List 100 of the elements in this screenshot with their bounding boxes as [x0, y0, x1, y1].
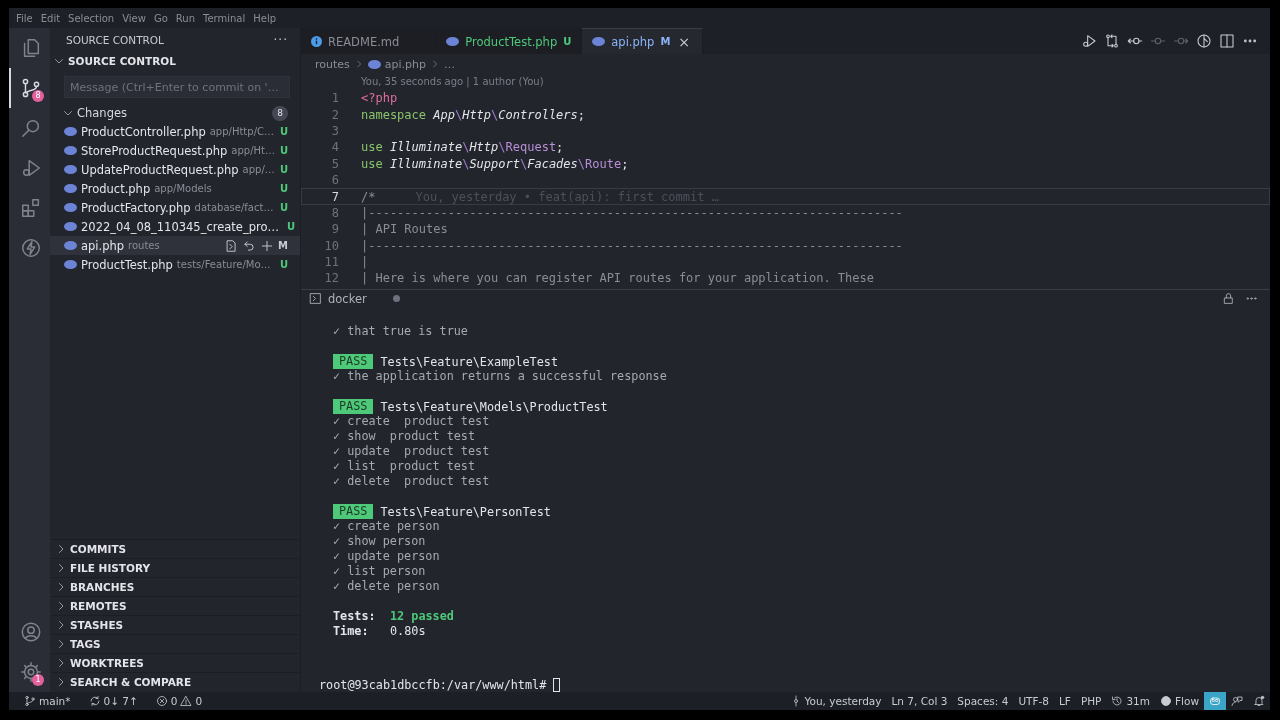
section-header[interactable]: COMMITS	[50, 539, 300, 558]
history-icon	[1111, 695, 1124, 707]
test-result: ✓ update product test	[333, 444, 491, 459]
account-icon[interactable]	[19, 621, 42, 643]
toggle-icon[interactable]	[1196, 33, 1212, 49]
menu-item[interactable]: View	[118, 12, 150, 24]
changed-file-row[interactable]: ProductFactory.php database/fact… U	[50, 198, 300, 217]
changes-label[interactable]: Changes	[77, 106, 269, 120]
changed-file-row[interactable]: Product.php app/Models U	[50, 179, 300, 198]
code-line: /*	[361, 189, 376, 204]
discard-icon[interactable]	[242, 238, 256, 253]
section-header[interactable]: FILE HISTORY	[50, 558, 300, 577]
codelens-text[interactable]: You, 35 seconds ago | 1 author (You)	[301, 74, 1270, 90]
more-button[interactable]: ···	[273, 33, 288, 47]
changed-file-row[interactable]: 2022_04_08_110345_create_pro… U	[50, 217, 300, 236]
line-number: 4	[330, 140, 340, 155]
breadcrumb-item[interactable]: …	[444, 57, 455, 71]
warning-count[interactable]: 0	[195, 695, 203, 707]
blame-status[interactable]: You, yesterday	[804, 695, 882, 707]
summary-label: Time:	[333, 624, 370, 639]
extensions-icon[interactable]	[19, 197, 42, 219]
menu-item[interactable]: Run	[171, 12, 199, 24]
info-icon	[311, 36, 322, 47]
test-result: ✓ list product test	[333, 459, 477, 474]
error-icon	[155, 695, 168, 707]
status-item[interactable]: Ln 7, Col 3	[891, 695, 948, 707]
settings-icon[interactable]	[19, 661, 42, 683]
changed-file-row[interactable]: StoreProductRequest.php app/Ht… U	[50, 141, 300, 160]
changed-file-row[interactable]: UpdateProductRequest.php app/… U	[50, 160, 300, 179]
menu-item[interactable]: Edit	[36, 12, 65, 24]
php-file-icon	[64, 184, 77, 193]
open-file-icon[interactable]	[224, 238, 238, 253]
section-header[interactable]: STASHES	[50, 615, 300, 634]
section-title[interactable]: SOURCE CONTROL	[68, 55, 176, 67]
file-path: app/Ht…	[231, 145, 274, 156]
compare-icon[interactable]	[1104, 33, 1120, 49]
sidebar-title: SOURCE CONTROL	[66, 34, 164, 46]
file-name: ProductFactory.php	[81, 200, 191, 215]
lightning-icon[interactable]	[19, 237, 42, 259]
badge: 8	[32, 90, 44, 102]
split-editor-icon[interactable]	[1219, 33, 1235, 49]
status-item[interactable]: Spaces: 4	[957, 695, 1009, 707]
pass-badge: PASS	[333, 354, 374, 369]
commit-message-field[interactable]: Message (Ctrl+Enter to commit on '…	[64, 76, 290, 98]
plus-icon[interactable]	[260, 238, 274, 253]
changed-file-row[interactable]: ProductTest.php tests/Feature/Mo… U	[50, 255, 300, 274]
timer-status[interactable]: 31m	[1126, 695, 1151, 707]
section-header[interactable]: WORKTREES	[50, 653, 300, 672]
changed-file-row[interactable]: ProductController.php app/Http/C… U	[50, 122, 300, 141]
menu-item[interactable]: Terminal	[199, 12, 250, 24]
file-name: 2022_04_08_110345_create_pro…	[81, 219, 279, 234]
line-number: 5	[330, 156, 340, 171]
file-name: UpdateProductRequest.php	[81, 162, 239, 177]
warning-icon	[180, 695, 193, 707]
test-suite: Tests\Feature\Models\ProductTest	[380, 399, 608, 414]
branch-name[interactable]: main*	[39, 695, 71, 707]
file-status: M	[278, 240, 288, 251]
summary-label: Tests:	[333, 609, 377, 624]
status-item[interactable]: UTF-8	[1018, 695, 1049, 707]
run-debug-icon[interactable]	[1081, 33, 1097, 49]
menu-item[interactable]: Selection	[64, 12, 119, 24]
menu-item[interactable]: File	[12, 12, 37, 24]
php-file-icon	[592, 37, 606, 46]
section-header[interactable]: REMOTES	[50, 596, 300, 615]
menu-item[interactable]: Go	[149, 12, 172, 24]
file-path: app/…	[242, 164, 274, 175]
close-tab-button[interactable]: ×	[676, 33, 693, 50]
shell-prompt: root@93cab1dbccfb:/var/www/html#	[319, 677, 547, 692]
test-result: ✓ delete product test	[333, 474, 491, 489]
code-line: |--------------------------------------------------------------------------	[361, 205, 903, 220]
file-status: U	[278, 126, 288, 137]
breadcrumb-item[interactable]: api.php	[384, 57, 426, 71]
section-header[interactable]: BRANCHES	[50, 577, 300, 596]
bell-icon[interactable]	[1253, 695, 1265, 707]
summary-value: 12 passed	[390, 609, 454, 624]
count-badge: 8	[272, 105, 288, 121]
status-item[interactable]: PHP	[1080, 695, 1102, 707]
file-name: api.php	[81, 238, 125, 253]
editor-tab[interactable]: api.php M ×	[582, 28, 704, 54]
menu-item[interactable]: Help	[249, 12, 281, 24]
php-file-icon	[64, 165, 77, 174]
section-header[interactable]: TAGS	[50, 634, 300, 653]
line-number: 8	[330, 205, 340, 220]
sync-status[interactable]: 0↓ 7↑	[103, 695, 138, 707]
test-result: ✓ that true is true	[333, 324, 469, 339]
code-line: | API Routes	[361, 222, 448, 237]
breadcrumb-item[interactable]: routes	[315, 57, 350, 71]
file-path: app/Models	[154, 183, 213, 194]
flow-status[interactable]: Flow	[1175, 695, 1199, 707]
section-header[interactable]: SEARCH & COMPARE	[50, 672, 300, 691]
status-item[interactable]: LF	[1059, 695, 1071, 707]
search-icon[interactable]	[19, 117, 42, 139]
changed-file-row[interactable]: api.php routes M	[50, 236, 300, 255]
code-line: |	[361, 255, 369, 270]
lock-icon[interactable]	[1222, 292, 1235, 305]
php-file-icon	[64, 146, 77, 155]
terminal-tab[interactable]: docker	[301, 290, 408, 307]
error-count[interactable]: 0	[170, 695, 178, 707]
line-number: 7	[330, 189, 340, 204]
test-result: ✓ list person	[333, 564, 427, 579]
